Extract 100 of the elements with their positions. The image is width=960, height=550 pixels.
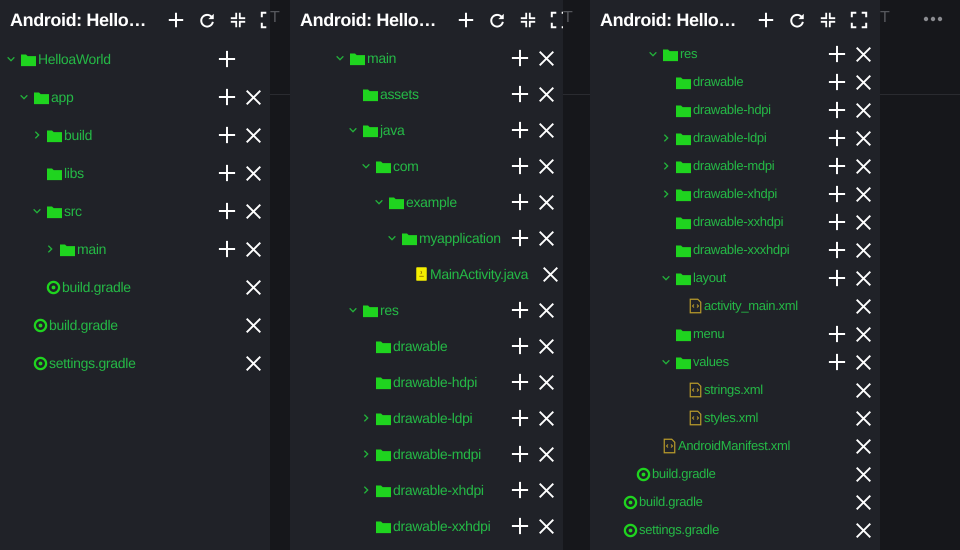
chevron-right-icon[interactable]	[661, 133, 671, 143]
add-icon[interactable]	[828, 185, 846, 203]
tree-item-label[interactable]: libs	[64, 162, 84, 184]
tree-item-label[interactable]: build.gradle	[49, 314, 118, 336]
chevron-down-icon[interactable]	[348, 305, 358, 315]
add-icon[interactable]	[828, 129, 846, 147]
close-icon[interactable]	[538, 374, 554, 390]
close-icon[interactable]	[854, 242, 872, 258]
chevron-down-icon[interactable]	[32, 206, 42, 216]
add-icon[interactable]	[511, 229, 529, 247]
add-icon[interactable]	[511, 301, 529, 319]
chevron-right-icon[interactable]	[361, 485, 371, 495]
close-icon[interactable]	[538, 518, 554, 534]
tree-item-label[interactable]: settings.gradle	[639, 520, 720, 540]
close-icon[interactable]	[854, 410, 872, 426]
add-icon[interactable]	[511, 121, 529, 139]
add-icon[interactable]	[828, 325, 846, 343]
tree-item-label[interactable]: settings.gradle	[49, 352, 136, 374]
close-icon[interactable]	[854, 382, 872, 398]
add-icon[interactable]	[828, 157, 846, 175]
chevron-right-icon[interactable]	[45, 244, 55, 254]
tree-item-label[interactable]: main	[77, 238, 106, 260]
add-icon[interactable]	[828, 73, 846, 91]
close-icon[interactable]	[854, 186, 872, 202]
close-icon[interactable]	[538, 410, 554, 426]
plus-icon[interactable]	[757, 11, 775, 29]
close-icon[interactable]	[244, 354, 262, 372]
chevron-down-icon[interactable]	[661, 273, 671, 283]
tree-item-label[interactable]: build.gradle	[652, 464, 716, 484]
add-icon[interactable]	[511, 49, 529, 67]
tree-item-label[interactable]: activity_main.xml	[704, 296, 798, 316]
tree-item-label[interactable]: drawable-hdpi	[393, 372, 478, 392]
close-icon[interactable]	[538, 302, 554, 318]
tree-item-label[interactable]: values	[693, 352, 729, 372]
chevron-down-icon[interactable]	[6, 54, 16, 64]
tree-item-label[interactable]: drawable-ldpi	[393, 408, 472, 428]
refresh-icon[interactable]	[788, 11, 806, 29]
collapse-icon[interactable]	[519, 11, 537, 29]
tree-item-label[interactable]: AndroidManifest.xml	[678, 436, 790, 456]
chevron-right-icon[interactable]	[661, 189, 671, 199]
refresh-icon[interactable]	[488, 11, 506, 29]
close-icon[interactable]	[854, 438, 872, 454]
tree-item-label[interactable]: MainActivity.java	[430, 264, 528, 284]
close-icon[interactable]	[854, 354, 872, 370]
tree-item-label[interactable]: main	[367, 48, 396, 68]
plus-icon[interactable]	[457, 11, 475, 29]
tree-item-label[interactable]: drawable-hdpi	[693, 100, 771, 120]
close-icon[interactable]	[542, 266, 559, 282]
add-icon[interactable]	[511, 445, 529, 463]
close-icon[interactable]	[244, 316, 262, 334]
close-icon[interactable]	[244, 202, 262, 220]
chevron-down-icon[interactable]	[361, 161, 371, 171]
tree-item-label[interactable]: HelloaWorld	[38, 48, 111, 70]
tree-item-label[interactable]: drawable-mdpi	[393, 444, 481, 464]
chevron-down-icon[interactable]	[348, 125, 358, 135]
close-icon[interactable]	[244, 88, 262, 106]
chevron-right-icon[interactable]	[32, 130, 42, 140]
close-icon[interactable]	[854, 74, 872, 90]
chevron-right-icon[interactable]	[661, 161, 671, 171]
tree-item-label[interactable]: example	[406, 192, 457, 212]
tree-item-label[interactable]: build	[64, 124, 92, 146]
close-icon[interactable]	[538, 482, 554, 498]
tree-item-label[interactable]: drawable-xxhdpi	[693, 212, 784, 232]
tree-item-label[interactable]: com	[393, 156, 419, 176]
add-icon[interactable]	[511, 409, 529, 427]
more-icon[interactable]	[922, 14, 944, 24]
add-icon[interactable]	[511, 337, 529, 355]
close-icon[interactable]	[244, 240, 262, 258]
tree-item-label[interactable]: strings.xml	[704, 380, 763, 400]
close-icon[interactable]	[538, 230, 554, 246]
close-icon[interactable]	[854, 130, 872, 146]
tree-item-label[interactable]: build.gradle	[62, 276, 131, 298]
close-icon[interactable]	[854, 494, 872, 510]
close-icon[interactable]	[244, 278, 262, 296]
add-icon[interactable]	[511, 157, 529, 175]
tree-item-label[interactable]: build.gradle	[639, 492, 703, 512]
add-icon[interactable]	[511, 193, 529, 211]
collapse-icon[interactable]	[229, 11, 247, 29]
add-icon[interactable]	[218, 88, 236, 106]
tree-item-label[interactable]: menu	[693, 324, 724, 344]
close-icon[interactable]	[538, 86, 554, 102]
add-icon[interactable]	[511, 481, 529, 499]
tree-item-label[interactable]: drawable-xhdpi	[693, 184, 777, 204]
tree-item-label[interactable]: assets	[380, 84, 419, 104]
close-icon[interactable]	[538, 194, 554, 210]
add-icon[interactable]	[828, 213, 846, 231]
close-icon[interactable]	[244, 126, 262, 144]
chevron-right-icon[interactable]	[361, 449, 371, 459]
chevron-down-icon[interactable]	[648, 49, 658, 59]
close-icon[interactable]	[854, 102, 872, 118]
close-icon[interactable]	[538, 158, 554, 174]
tree-item-label[interactable]: drawable	[693, 72, 744, 92]
close-icon[interactable]	[244, 164, 262, 182]
tree-item-label[interactable]: app	[51, 86, 74, 108]
add-icon[interactable]	[828, 269, 846, 287]
add-icon[interactable]	[218, 50, 236, 68]
add-icon[interactable]	[511, 517, 529, 535]
close-icon[interactable]	[854, 298, 872, 314]
chevron-down-icon[interactable]	[19, 92, 29, 102]
close-icon[interactable]	[854, 326, 872, 342]
